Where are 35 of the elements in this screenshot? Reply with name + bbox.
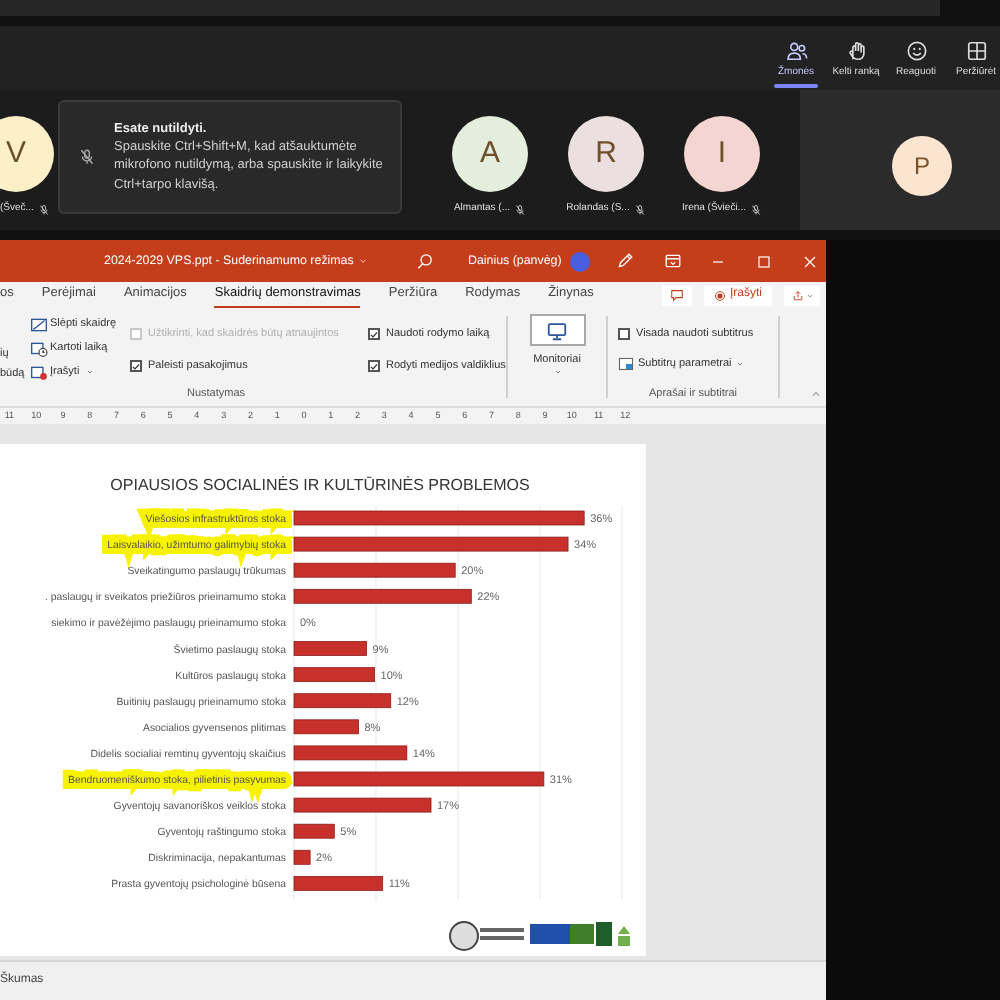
maximize-icon[interactable]	[756, 253, 772, 269]
smiley-icon	[905, 40, 927, 62]
avatar[interactable]: V	[0, 116, 54, 192]
monitor-icon	[546, 319, 568, 341]
checkbox[interactable]	[618, 328, 630, 340]
hand-icon	[845, 40, 867, 62]
avatar[interactable]: A	[452, 116, 528, 192]
checkbox[interactable]	[368, 328, 380, 340]
close-icon[interactable]	[802, 253, 818, 269]
avatar[interactable]: R	[568, 116, 644, 192]
record-icon	[713, 289, 726, 301]
share-button[interactable]	[784, 285, 820, 305]
captions-icon	[618, 356, 634, 372]
share-icon	[791, 289, 803, 301]
avatar[interactable]: I	[684, 116, 760, 192]
people-icon	[785, 40, 807, 62]
microphone-muted-icon	[633, 203, 646, 216]
microphone-muted-icon	[37, 203, 50, 216]
record-slide-icon	[30, 363, 48, 381]
microphone-muted-icon	[514, 203, 527, 216]
checkbox[interactable]	[368, 360, 380, 372]
comment-icon	[670, 288, 684, 302]
microphone-muted-icon	[78, 148, 96, 166]
chart-title: OPIAUSIOS SOCIALINĖS IR KULTŪRINĖS PROBLEMOS	[110, 476, 530, 494]
avatar[interactable]: P	[892, 136, 952, 196]
search-icon[interactable]	[416, 252, 434, 270]
grid-icon	[965, 40, 987, 62]
pen-icon[interactable]	[616, 252, 634, 270]
hidden-slide-icon	[30, 315, 48, 333]
ribbon-display-icon[interactable]	[664, 252, 682, 270]
slide-timer-icon	[30, 339, 48, 357]
microphone-muted-icon	[749, 203, 762, 216]
checkbox[interactable]	[130, 360, 142, 372]
comments-button[interactable]	[662, 285, 692, 305]
caret-icon[interactable]	[357, 255, 368, 266]
